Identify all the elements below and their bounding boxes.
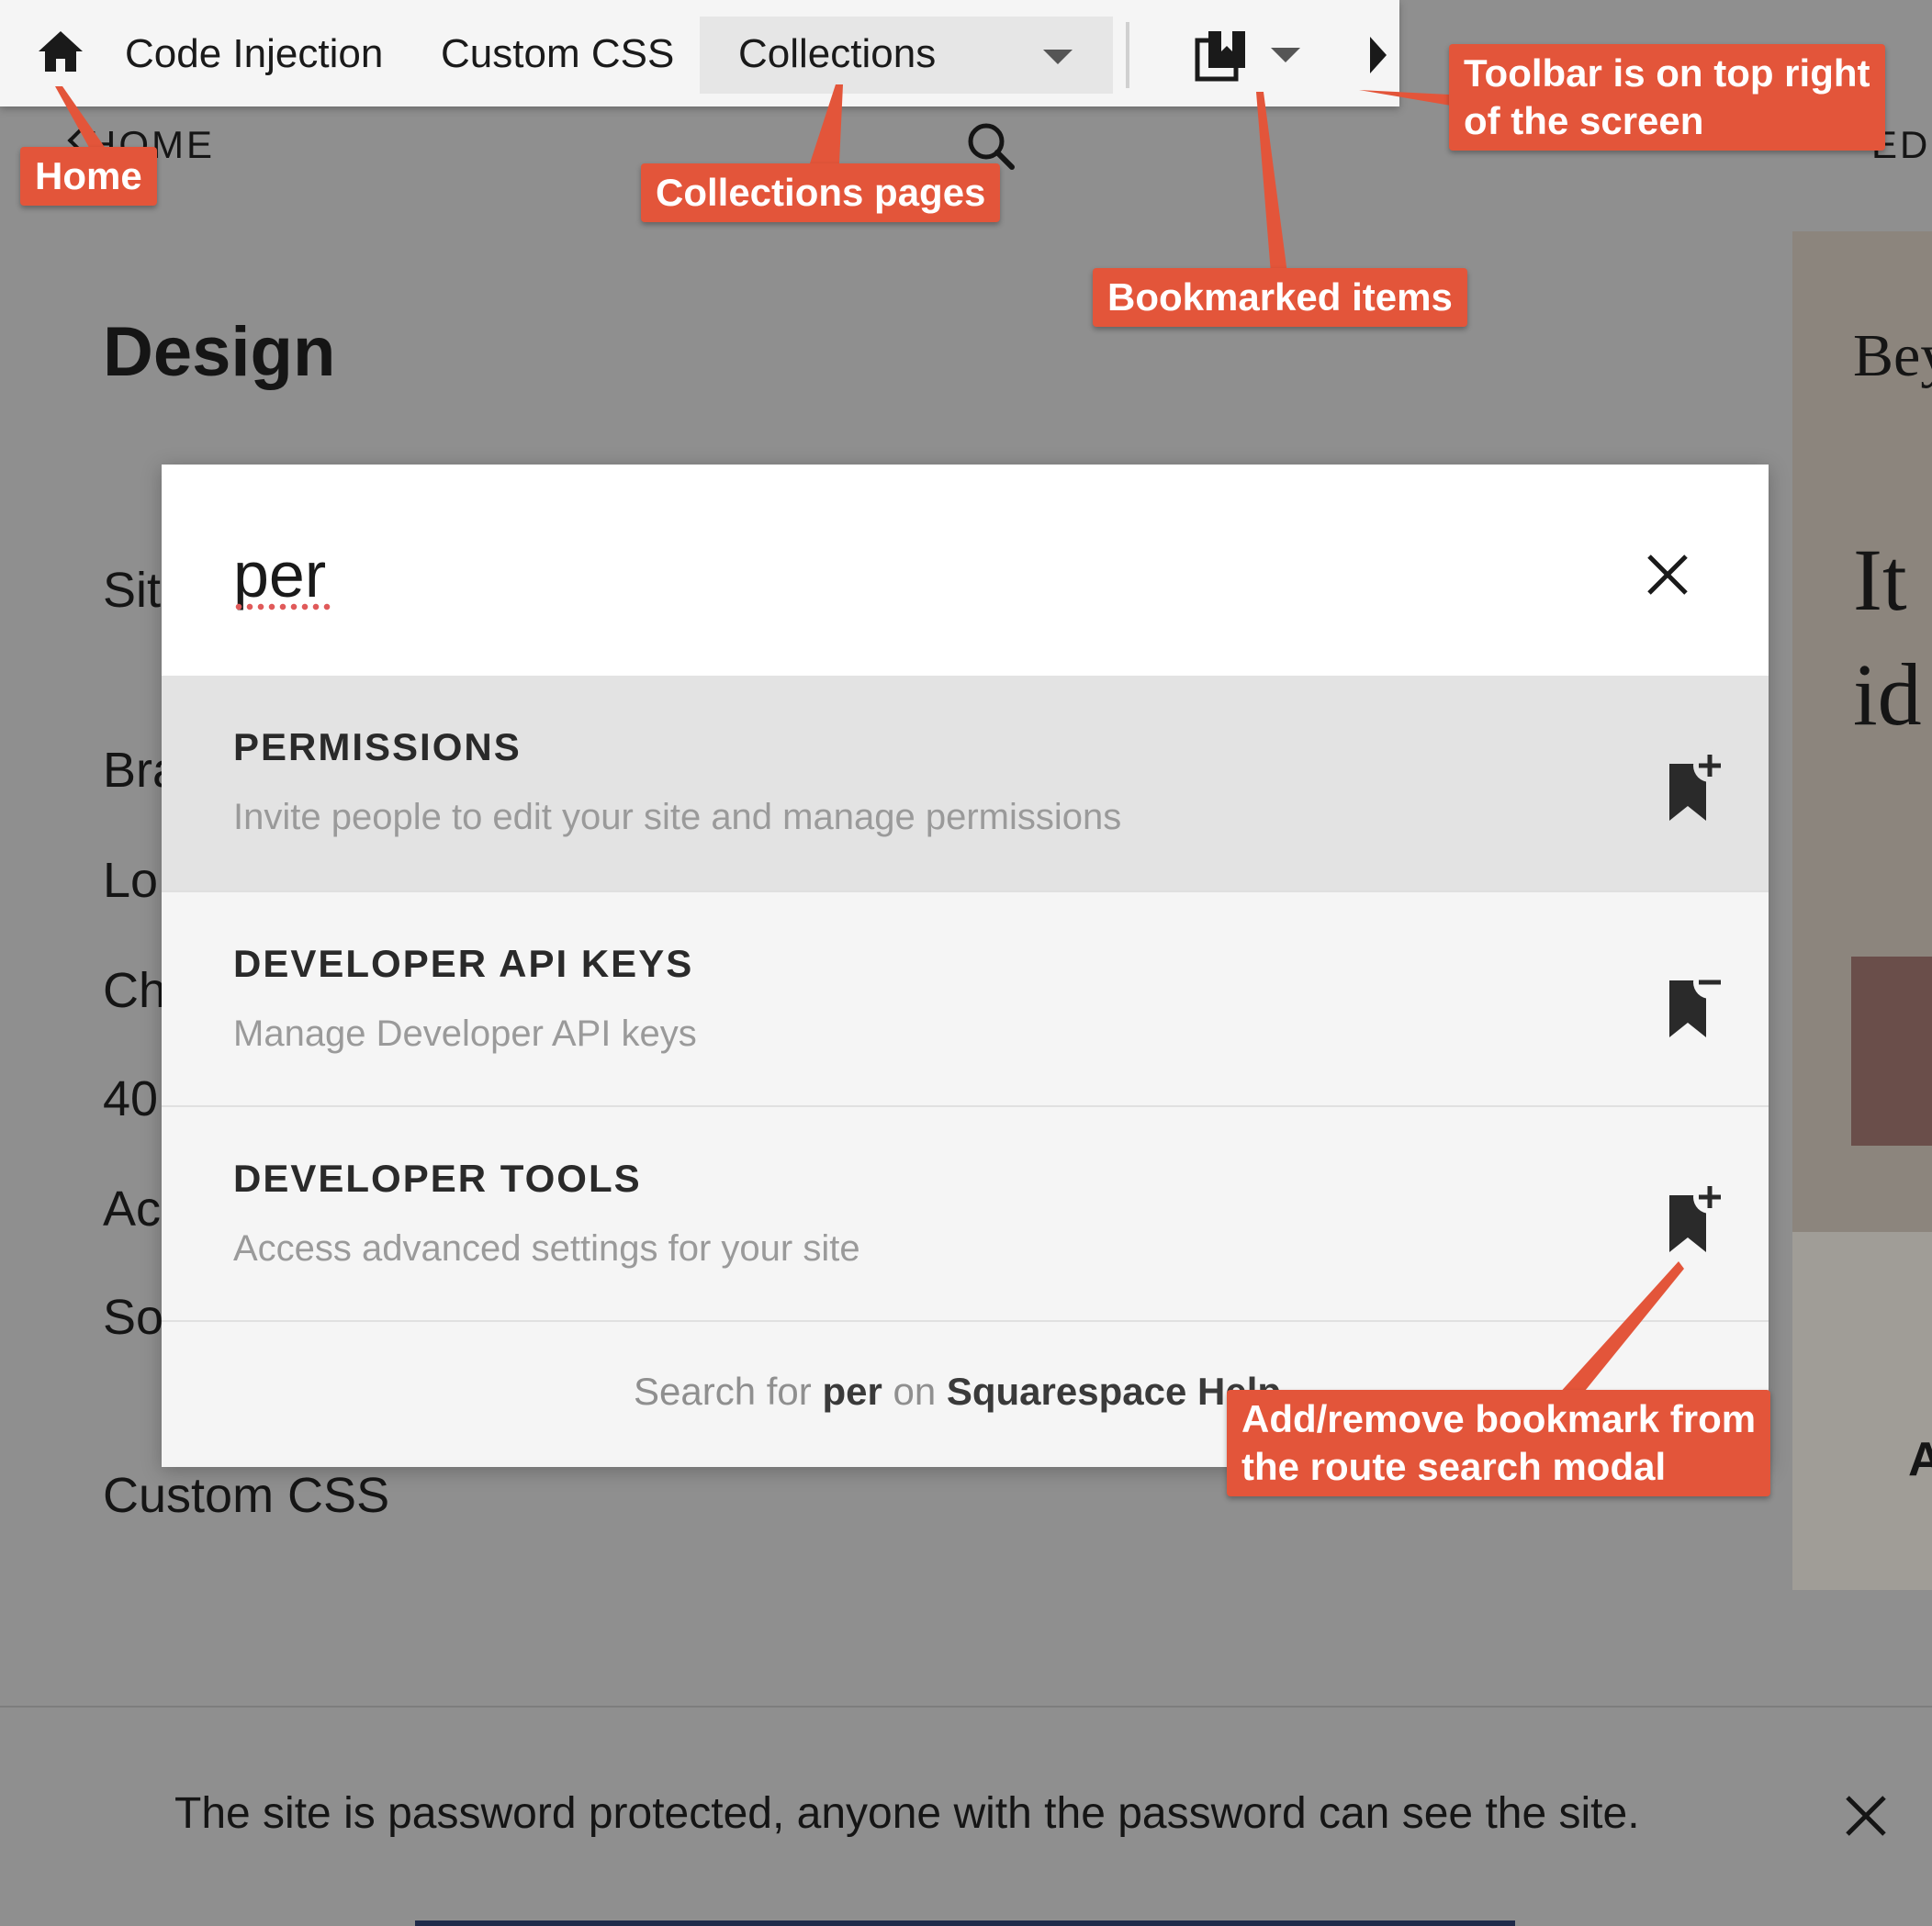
banner-text: The site is password protected, anyone w…: [174, 1789, 1640, 1838]
result-title: PERMISSIONS: [233, 725, 522, 768]
annotation-collections: Collections pages: [641, 163, 1001, 222]
page-title: Design: [103, 313, 336, 391]
menu-item-ch[interactable]: Ch: [103, 962, 166, 1019]
menu-item-lo[interactable]: Lo: [103, 852, 158, 909]
collections-select-label: Collections: [738, 31, 937, 76]
custom-css-link[interactable]: Custom CSS: [441, 31, 674, 77]
annotation-home: Home: [20, 147, 157, 206]
menu-item-ac[interactable]: Ac: [103, 1181, 161, 1237]
collections-select[interactable]: Collections: [700, 17, 1113, 94]
menu-item-site[interactable]: Sit: [103, 562, 161, 619]
search-result-permissions[interactable]: PERMISSIONS Invite people to edit your s…: [162, 676, 1769, 890]
search-bar: [162, 465, 1769, 676]
route-search-input[interactable]: [233, 529, 1519, 621]
annotation-bookmarks: Bookmarked items: [1093, 268, 1467, 327]
preview-text: A: [1908, 1433, 1932, 1486]
chevron-down-icon: [1043, 50, 1073, 64]
bookmark-remove-icon[interactable]: [1666, 966, 1728, 1039]
site-preview: EDI Bey It id A: [1792, 0, 1932, 1590]
menu-item-404[interactable]: 40: [103, 1070, 158, 1127]
bookmarks-dropdown-icon[interactable]: [1271, 48, 1300, 62]
annotation-bookmark-toggle: Add/remove bookmark from the route searc…: [1227, 1390, 1771, 1496]
result-title: DEVELOPER TOOLS: [233, 1157, 642, 1200]
annotation-toolbar: Toolbar is on top right of the screen: [1449, 44, 1885, 151]
code-injection-link[interactable]: Code Injection: [125, 31, 383, 77]
toolbar-divider: [1126, 22, 1129, 88]
route-search-modal: PERMISSIONS Invite people to edit your s…: [162, 465, 1769, 1467]
menu-item-custom-css[interactable]: Custom CSS: [103, 1467, 389, 1524]
search-result-developer-api-keys[interactable]: DEVELOPER API KEYS Manage Developer API …: [162, 890, 1769, 1105]
preview-swatch: [1851, 957, 1932, 1146]
help-search-link[interactable]: Search for per on Squarespace Help: [634, 1370, 1281, 1414]
menu-item-so[interactable]: So: [103, 1289, 163, 1346]
close-icon[interactable]: [1642, 549, 1693, 600]
close-icon[interactable]: [1840, 1790, 1892, 1842]
home-icon[interactable]: [35, 28, 86, 75]
password-banner: The site is password protected, anyone w…: [0, 1706, 1932, 1926]
result-title: DEVELOPER API KEYS: [233, 942, 694, 985]
spellcheck-underline: [233, 602, 334, 611]
search-result-developer-tools[interactable]: DEVELOPER TOOLS Access advanced settings…: [162, 1105, 1769, 1320]
result-description: Invite people to edit your site and mana…: [233, 797, 1122, 837]
banner-progress: [415, 1920, 1515, 1926]
bookmarks-icon[interactable]: [1194, 28, 1249, 83]
result-description: Access advanced settings for your site: [233, 1228, 860, 1269]
result-description: Manage Developer API keys: [233, 1013, 697, 1054]
route-toolbar: Code Injection Custom CSS Collections: [0, 0, 1399, 106]
bookmark-add-icon[interactable]: [1666, 1181, 1728, 1254]
preview-body: It id: [1853, 531, 1922, 744]
bookmark-add-icon[interactable]: [1666, 749, 1728, 823]
collapse-toolbar-icon[interactable]: [1370, 37, 1387, 73]
preview-heading: Bey: [1853, 322, 1932, 389]
